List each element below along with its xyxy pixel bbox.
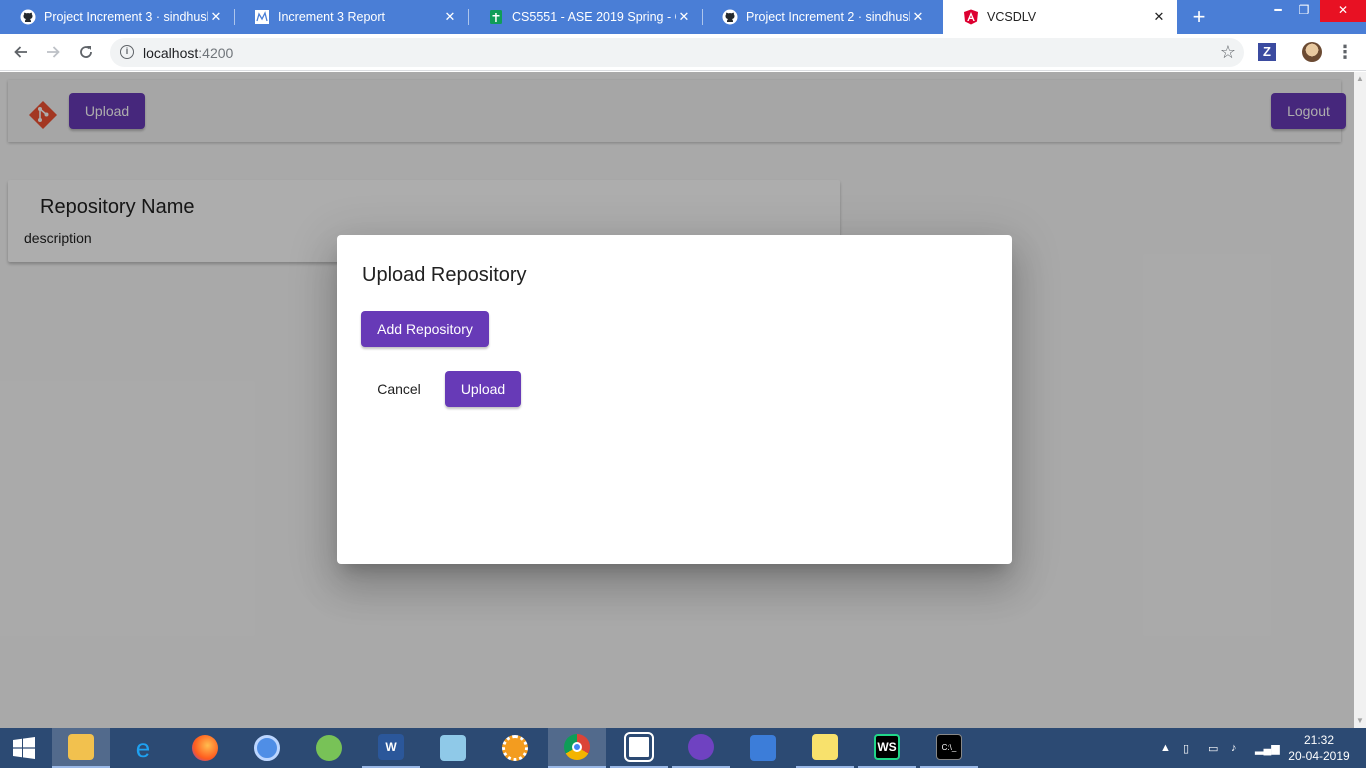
close-tab-icon[interactable]: ✕ — [910, 9, 926, 25]
tab-title: CS5551 - ASE 2019 Spring - Goo — [512, 10, 676, 24]
taskbar-notepad[interactable] — [424, 728, 482, 768]
reload-icon[interactable] — [74, 40, 98, 64]
bookmark-star-icon[interactable]: ☆ — [1220, 42, 1236, 63]
browser-toolbar: i localhost:4200 ☆ — [0, 34, 1366, 71]
taskbar-clock[interactable]: 21:32 20-04-2019 — [1284, 732, 1354, 764]
browser-tab-2[interactable]: Increment 3 Report ✕ — [234, 0, 468, 34]
tab-title: Project Increment 2 · sindhusha — [746, 10, 910, 24]
address-bar[interactable]: i localhost:4200 ☆ — [110, 38, 1244, 67]
back-icon[interactable] — [9, 40, 33, 64]
windows-taskbar: e W WS C:\_ ▲ ▯ ▭ ♪ ▂▄▆ 21:32 20-04-2019 — [0, 728, 1366, 768]
scroll-down-icon[interactable]: ▼ — [1354, 714, 1366, 728]
sheets-icon — [488, 9, 504, 25]
browser-tab-3[interactable]: CS5551 - ASE 2019 Spring - Goo ✕ — [468, 0, 702, 34]
browser-menu-icon[interactable]: ⋮ — [1336, 41, 1354, 63]
site-info-icon[interactable]: i — [120, 45, 134, 59]
add-repository-button[interactable]: Add Repository — [361, 311, 489, 347]
chrome-icon — [564, 734, 590, 760]
tab-strip: Project Increment 3 · sindhusha ✕ Increm… — [0, 0, 1366, 34]
word-icon: W — [378, 734, 404, 760]
clock-time: 21:32 — [1303, 733, 1335, 747]
close-tab-icon[interactable]: ✕ — [676, 9, 692, 25]
close-window-icon[interactable]: ✕ — [1320, 0, 1366, 22]
taskbar-webstorm[interactable]: WS — [858, 728, 916, 768]
clock-date: 20-04-2019 — [1288, 749, 1350, 763]
notepad-icon — [440, 735, 466, 761]
forward-icon[interactable] — [41, 40, 65, 64]
close-tab-icon[interactable]: ✕ — [1151, 9, 1167, 25]
taskbar-file-explorer[interactable] — [52, 728, 110, 768]
webstorm-icon: WS — [874, 734, 900, 760]
page-scrollbar[interactable]: ▲ ▼ — [1354, 72, 1366, 728]
github-icon — [20, 9, 36, 25]
browser-tab-4[interactable]: Project Increment 2 · sindhusha ✕ — [702, 0, 936, 34]
taskbar-cortana[interactable] — [238, 728, 296, 768]
network-icon — [750, 735, 776, 761]
url-text: localhost:4200 — [143, 45, 233, 61]
windows-start-icon[interactable] — [0, 728, 48, 768]
file-explorer-icon — [68, 734, 94, 760]
cancel-button[interactable]: Cancel — [365, 371, 433, 407]
profile-avatar[interactable] — [1302, 42, 1322, 62]
scroll-up-icon[interactable]: ▲ — [1354, 72, 1366, 86]
taskbar-android-studio[interactable] — [300, 728, 358, 768]
tab-title: VCSDLV — [987, 10, 1037, 24]
cmd-icon: C:\_ — [936, 734, 962, 760]
new-tab-icon[interactable]: + — [1188, 6, 1210, 28]
sticky-notes-icon — [812, 734, 838, 760]
restore-icon[interactable]: ❐ — [1291, 0, 1317, 22]
tab-title: Increment 3 Report — [278, 10, 385, 24]
taskbar-jupyter[interactable] — [610, 728, 668, 768]
taskbar-chrome[interactable] — [548, 728, 606, 768]
url-host: localhost — [143, 45, 199, 61]
taskbar-network[interactable] — [734, 728, 792, 768]
taskbar-settings-app[interactable] — [486, 728, 544, 768]
dialog-title: Upload Repository — [362, 264, 527, 286]
url-port: :4200 — [198, 45, 234, 61]
firefox-icon — [192, 735, 218, 761]
chrome-center-icon — [572, 742, 582, 752]
angular-icon — [963, 9, 979, 25]
github-desktop-icon — [688, 734, 714, 760]
document-icon — [254, 9, 270, 25]
android-studio-icon — [316, 735, 342, 761]
minimize-icon[interactable]: ━ — [1265, 0, 1291, 22]
tray-wifi-icon[interactable]: ▂▄▆ — [1255, 728, 1280, 768]
tray-usb-icon[interactable]: ▯ — [1183, 728, 1189, 768]
internet-explorer-icon: e — [135, 732, 151, 763]
tab-title: Project Increment 3 · sindhusha — [44, 10, 208, 24]
cortana-icon — [254, 735, 280, 761]
upload-repository-dialog: Upload Repository Add Repository Cancel … — [337, 235, 1012, 564]
taskbar-word[interactable]: W — [362, 728, 420, 768]
taskbar-cmd[interactable]: C:\_ — [920, 728, 978, 768]
taskbar-sticky-notes[interactable] — [796, 728, 854, 768]
taskbar-github-desktop[interactable] — [672, 728, 730, 768]
taskbar-internet-explorer[interactable]: e — [114, 728, 172, 768]
dialog-upload-button[interactable]: Upload — [445, 371, 521, 407]
page-content: Upload Logout Repository Name descriptio… — [0, 72, 1354, 728]
close-tab-icon[interactable]: ✕ — [442, 9, 458, 25]
tray-overflow-icon[interactable]: ▲ — [1160, 728, 1171, 768]
jupyter-icon — [624, 732, 654, 762]
github-icon — [722, 9, 738, 25]
browser-tab-1[interactable]: Project Increment 3 · sindhusha ✕ — [0, 0, 234, 34]
close-tab-icon[interactable]: ✕ — [208, 9, 224, 25]
tray-volume-icon[interactable]: ♪ — [1231, 728, 1237, 768]
browser-tab-5-active[interactable]: VCSDLV ✕ — [943, 0, 1177, 34]
settings-icon — [502, 735, 528, 761]
taskbar-firefox[interactable] — [176, 728, 234, 768]
tray-power-icon[interactable]: ▭ — [1208, 728, 1218, 768]
zotero-extension-icon[interactable]: Z — [1258, 43, 1276, 61]
